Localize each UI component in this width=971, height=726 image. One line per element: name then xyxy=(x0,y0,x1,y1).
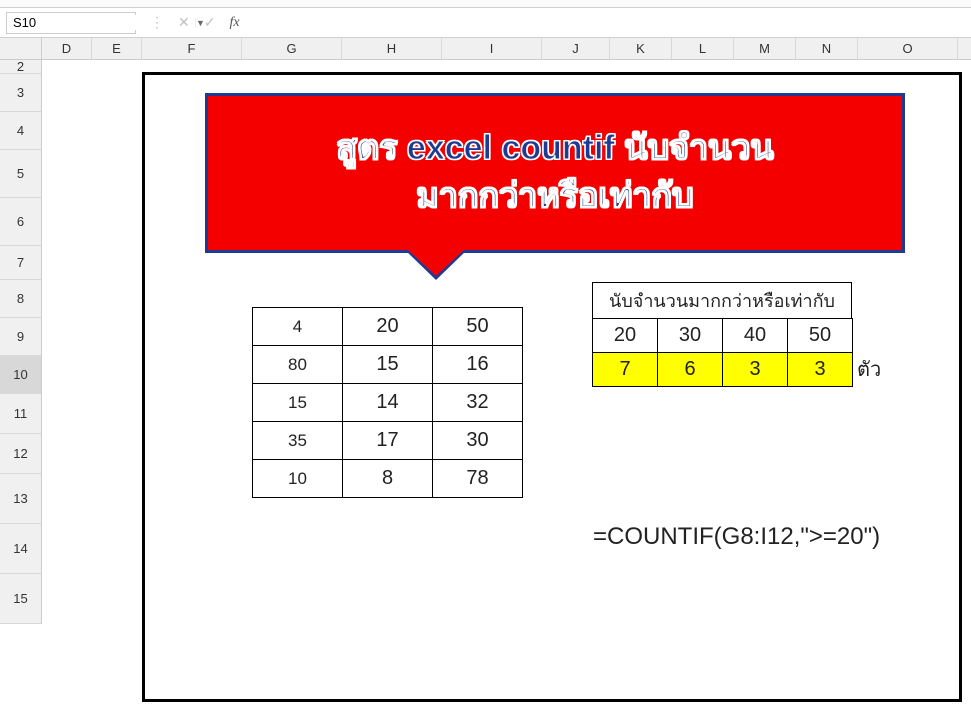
row-headers: 23456789101112131415 xyxy=(0,60,42,624)
column-header[interactable]: K xyxy=(610,38,672,59)
cell[interactable]: 6 xyxy=(658,353,723,387)
title-callout: สูตร excel countif นับจำนวน มากกว่าหรือเ… xyxy=(205,93,905,253)
cell[interactable]: 15 xyxy=(253,384,343,422)
table-row: 7 6 3 3 xyxy=(593,353,853,387)
cell[interactable]: 10 xyxy=(253,460,343,498)
cell[interactable]: 20 xyxy=(593,319,658,353)
row-header[interactable]: 4 xyxy=(0,112,41,150)
column-header[interactable]: D xyxy=(42,38,92,59)
column-header[interactable]: M xyxy=(734,38,796,59)
table-row: 20 30 40 50 xyxy=(593,319,853,353)
formula-display[interactable]: =COUNTIF(G8:I12,">=20") xyxy=(593,523,880,551)
row-header[interactable]: 3 xyxy=(0,74,41,112)
table-row: 35 17 30 xyxy=(253,422,523,460)
data-table: 4 20 50 80 15 16 15 14 32 35 17 30 xyxy=(252,307,523,498)
row-header[interactable]: 12 xyxy=(0,434,41,474)
cell[interactable]: 30 xyxy=(658,319,723,353)
cell[interactable]: 40 xyxy=(723,319,788,353)
result-table-wrap: นับจำนวนมากกว่าหรือเท่ากับ 20 30 40 50 7… xyxy=(592,282,853,387)
title-text: สูตร excel countif นับจำนวน มากกว่าหรือเ… xyxy=(208,96,902,250)
row-header[interactable]: 8 xyxy=(0,280,41,318)
row-header[interactable]: 14 xyxy=(0,524,41,574)
cell[interactable]: 15 xyxy=(343,346,433,384)
cell[interactable]: 4 xyxy=(253,308,343,346)
name-box[interactable]: ▼ xyxy=(6,12,136,34)
row-header[interactable]: 10 xyxy=(0,356,41,394)
row-header[interactable]: 7 xyxy=(0,246,41,280)
cell[interactable]: 30 xyxy=(433,422,523,460)
column-header[interactable]: I xyxy=(442,38,542,59)
column-header[interactable]: J xyxy=(542,38,610,59)
fx-icon[interactable]: fx xyxy=(229,15,239,31)
formula-bar: ▼ ⋮ ✕ ✓ fx xyxy=(0,8,971,38)
cell[interactable]: 50 xyxy=(433,308,523,346)
cell[interactable]: 50 xyxy=(788,319,853,353)
table-row: 80 15 16 xyxy=(253,346,523,384)
row-header[interactable]: 15 xyxy=(0,574,41,624)
formula-input[interactable] xyxy=(254,12,963,34)
formula-controls: ⋮ ✕ ✓ fx xyxy=(136,14,254,31)
cell[interactable]: 8 xyxy=(343,460,433,498)
table-row: 4 20 50 xyxy=(253,308,523,346)
cell[interactable]: 7 xyxy=(593,353,658,387)
column-header[interactable]: E xyxy=(92,38,142,59)
cell[interactable]: 80 xyxy=(253,346,343,384)
cell[interactable]: 16 xyxy=(433,346,523,384)
row-header[interactable]: 13 xyxy=(0,474,41,524)
cell[interactable]: 32 xyxy=(433,384,523,422)
cell[interactable]: 35 xyxy=(253,422,343,460)
column-header[interactable]: O xyxy=(858,38,958,59)
column-header[interactable]: N xyxy=(796,38,858,59)
column-header[interactable]: H xyxy=(342,38,442,59)
column-headers: DEFGHIJKLMNO xyxy=(0,38,971,60)
cell[interactable]: 3 xyxy=(788,353,853,387)
cells-area[interactable]: สูตร excel countif นับจำนวน มากกว่าหรือเ… xyxy=(42,60,971,726)
column-header[interactable]: L xyxy=(672,38,734,59)
cell[interactable]: 14 xyxy=(343,384,433,422)
page-frame: สูตร excel countif นับจำนวน มากกว่าหรือเ… xyxy=(142,72,962,702)
dots-icon: ⋮ xyxy=(150,14,164,31)
row-header[interactable]: 9 xyxy=(0,318,41,356)
row-header[interactable]: 5 xyxy=(0,150,41,198)
title-line2: มากกว่าหรือเท่ากับ xyxy=(416,173,693,221)
worksheet[interactable]: DEFGHIJKLMNO 23456789101112131415 สูตร e… xyxy=(0,38,971,726)
unit-label[interactable]: ตัว xyxy=(857,353,881,385)
row-header[interactable]: 2 xyxy=(0,60,41,74)
title-line1: สูตร excel countif นับจำนวน xyxy=(336,125,773,173)
cell[interactable]: 78 xyxy=(433,460,523,498)
ribbon-sliver xyxy=(0,0,971,8)
row-header[interactable]: 11 xyxy=(0,394,41,434)
row-header[interactable]: 6 xyxy=(0,198,41,246)
result-table: 20 30 40 50 7 6 3 3 xyxy=(592,318,853,387)
table-row: 10 8 78 xyxy=(253,460,523,498)
cell[interactable]: 17 xyxy=(343,422,433,460)
accept-icon[interactable]: ✓ xyxy=(204,14,216,31)
result-caption[interactable]: นับจำนวนมากกว่าหรือเท่ากับ xyxy=(592,282,852,318)
cell[interactable]: 20 xyxy=(343,308,433,346)
cell[interactable]: 3 xyxy=(723,353,788,387)
column-header[interactable]: F xyxy=(142,38,242,59)
cancel-icon[interactable]: ✕ xyxy=(178,14,190,31)
column-header[interactable]: G xyxy=(242,38,342,59)
select-all-corner[interactable] xyxy=(0,38,42,59)
table-row: 15 14 32 xyxy=(253,384,523,422)
